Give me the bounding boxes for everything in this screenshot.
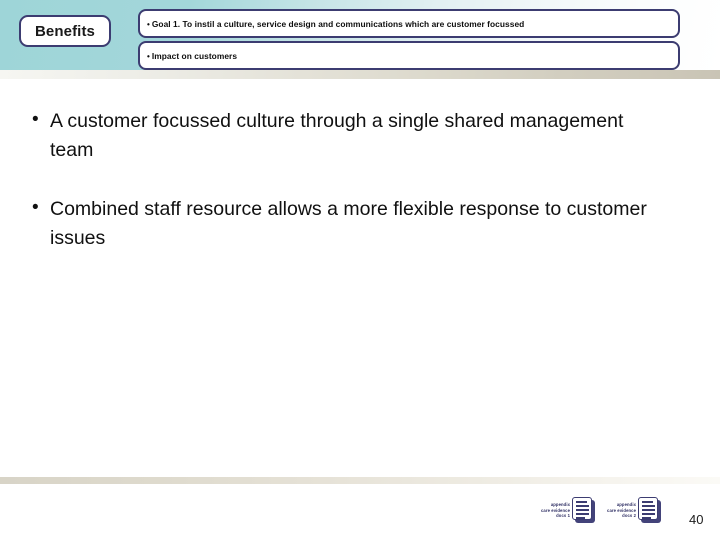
appendix-docs-2-caption: appendix care evidence docs 2 xyxy=(607,502,636,518)
list-item: • Combined staff resource allows a more … xyxy=(28,195,668,253)
header-callout-goal-1-text: • Goal 1. To instil a culture, service de… xyxy=(140,19,524,29)
document-icon-line xyxy=(642,509,656,511)
document-icon-sheet xyxy=(572,497,593,520)
body-bullet-list: • A customer focussed culture through a … xyxy=(28,107,668,283)
benefits-badge-label: Benefits xyxy=(35,22,95,40)
header-callout-impact-text: • Impact on customers xyxy=(140,51,237,61)
list-item: • A customer focussed culture through a … xyxy=(28,107,668,165)
document-icon-line xyxy=(642,513,656,515)
benefits-badge[interactable]: Benefits xyxy=(19,15,111,47)
document-icon xyxy=(572,497,596,524)
bullet-marker-icon: • xyxy=(32,109,39,130)
footer-logo-group: appendix care evidence docs 1 appendix c… xyxy=(541,497,673,524)
document-icon-line xyxy=(642,501,654,503)
bullet-marker-icon: • xyxy=(32,197,39,218)
header-callout-impact-label: Impact on customers xyxy=(151,50,238,61)
header-callout-goal-1[interactable]: • Goal 1. To instil a culture, service de… xyxy=(138,9,680,38)
header-callout-impact[interactable]: • Impact on customers xyxy=(138,41,680,70)
document-icon-line xyxy=(642,505,656,507)
header-underline-band xyxy=(0,70,720,79)
appendix-docs-1-caption-line3: docs 1 xyxy=(556,513,571,519)
appendix-docs-2-caption-line3: docs 2 xyxy=(622,513,637,519)
document-icon-line xyxy=(642,517,652,519)
bullet-text: Combined staff resource allows a more fl… xyxy=(50,198,647,249)
header-callout-goal-1-label: Goal 1. To instil a culture, service des… xyxy=(151,18,525,29)
document-icon xyxy=(638,497,662,524)
document-icon-line xyxy=(576,517,586,519)
document-icon-line xyxy=(576,501,588,503)
document-icon-line xyxy=(576,505,590,507)
footer-divider xyxy=(0,477,720,484)
slide-canvas: Benefits • Goal 1. To instil a culture, s… xyxy=(0,0,720,540)
appendix-docs-1-caption: appendix care evidence docs 1 xyxy=(541,502,570,518)
bullet-text: A customer focussed culture through a si… xyxy=(50,110,624,161)
appendix-docs-1-logo[interactable]: appendix care evidence docs 1 xyxy=(541,497,596,524)
document-icon-line xyxy=(576,513,590,515)
document-icon-line xyxy=(576,509,590,511)
appendix-docs-2-logo[interactable]: appendix care evidence docs 2 xyxy=(607,497,662,524)
document-icon-sheet xyxy=(638,497,659,520)
page-number: 40 xyxy=(689,512,704,527)
